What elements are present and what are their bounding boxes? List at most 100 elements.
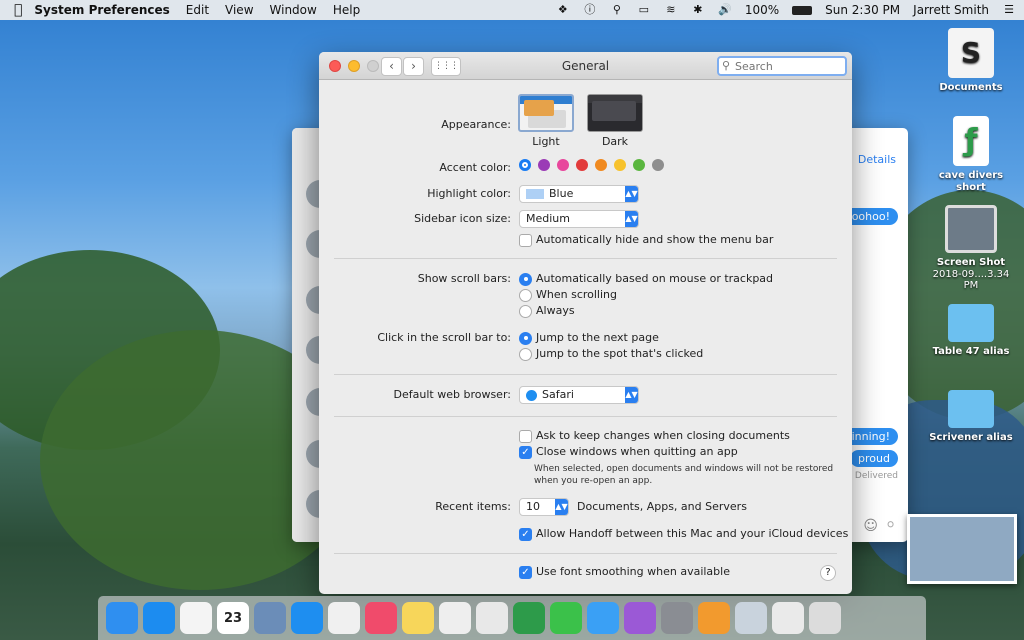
dock-scrivener-icon[interactable] [476, 602, 508, 634]
close-windows-note: When selected, open documents and window… [534, 464, 834, 486]
menu-list-icon[interactable]: ☰ [1002, 4, 1016, 16]
chevron-updown-icon: ▲▼ [625, 387, 638, 403]
search-icon[interactable]: ⚲ [610, 4, 624, 16]
message-bubble: proud [850, 450, 898, 467]
info-circle-icon[interactable]: ⓘ [583, 4, 597, 16]
accent-color-label: Accent color: [439, 161, 511, 174]
desktop-icon-table-47-alias[interactable]: Table 47 alias [925, 298, 1017, 358]
user-name[interactable]: Jarrett Smith [913, 3, 989, 17]
scroll-auto-radio[interactable] [519, 272, 532, 286]
highlight-color-popup[interactable]: Blue ▲▼ [519, 185, 639, 203]
dock-textedit-icon[interactable] [439, 602, 471, 634]
jump-spot-radio[interactable] [519, 347, 532, 361]
dock-feedback-assistant-icon[interactable] [624, 602, 656, 634]
font-smoothing-checkbox[interactable]: ✓ [519, 565, 532, 579]
jump-page-radio[interactable] [519, 331, 532, 345]
recent-items-label: Recent items: [435, 500, 511, 513]
appearance-dark-option[interactable]: Dark [587, 94, 643, 148]
menu-edit[interactable]: Edit [186, 3, 209, 17]
menubar-hide-checkbox[interactable] [519, 233, 532, 247]
menubar-hide-checkbox-row[interactable]: Automatically hide and show the menu bar [519, 231, 773, 249]
clock[interactable]: Sun 2:30 PM [825, 3, 900, 17]
desktop-icon-cave-divers[interactable]: ƒ cave divers short [925, 116, 1017, 194]
recent-items-popup[interactable]: 10 ▲▼ [519, 498, 569, 516]
accent-swatch[interactable] [538, 159, 550, 171]
scroll-when-radio[interactable] [519, 288, 532, 302]
accent-swatch[interactable] [614, 159, 626, 171]
highlight-color-label: Highlight color: [427, 187, 511, 200]
desktop-icon-screen-shot[interactable]: Screen Shot 2018-09....3.34 PM [925, 205, 1017, 291]
dock-trash-icon[interactable] [809, 602, 841, 634]
dropbox-icon[interactable]: ❖ [556, 4, 570, 16]
details-link[interactable]: Details [858, 153, 896, 166]
screenshot-floating-thumbnail[interactable] [907, 514, 1017, 584]
handoff-checkbox[interactable]: ✓ [519, 527, 532, 541]
scroll-always-radio[interactable] [519, 304, 532, 318]
sidebar-icon-size-row: Sidebar icon size: Medium ▲▼ [319, 210, 852, 228]
dock-utility-icon[interactable] [735, 602, 767, 634]
appearance-light-option[interactable]: Light [518, 94, 574, 148]
menu-view[interactable]: View [225, 3, 253, 17]
menubar-hide-row: Automatically hide and show the menu bar [319, 231, 852, 249]
dock-safari-icon[interactable] [291, 602, 323, 634]
dock-messages-icon[interactable] [587, 602, 619, 634]
dock-reminders-icon[interactable] [180, 602, 212, 634]
dock-photos-icon[interactable] [328, 602, 360, 634]
close-windows-label: Close windows when quitting an app [536, 445, 738, 458]
highlight-color-value: Blue [549, 187, 574, 200]
bluetooth-icon[interactable]: ✱ [691, 4, 705, 16]
menu-app-name[interactable]: System Preferences [34, 3, 169, 17]
dock-feedback-icon[interactable] [513, 602, 545, 634]
highlight-color-row: Highlight color: Blue ▲▼ [319, 185, 852, 203]
emoji-icon[interactable]: ☺ [863, 518, 878, 534]
battery-percent[interactable]: 100% [745, 3, 779, 17]
airplay-icon[interactable]: ▭ [637, 4, 651, 16]
handoff-option[interactable]: ✓ Allow Handoff between this Mac and you… [519, 525, 848, 543]
accent-swatch[interactable] [576, 159, 588, 171]
browser-value: Safari [542, 388, 574, 401]
jump-spot-option[interactable]: Jump to the spot that's clicked [519, 345, 703, 363]
title-bar: ‹ › ⋮⋮⋮ General ⚲ [319, 52, 852, 80]
dock-notes-icon[interactable] [402, 602, 434, 634]
dock-system-preferences-icon[interactable] [661, 602, 693, 634]
dock-facetime-icon[interactable] [550, 602, 582, 634]
close-windows-option[interactable]: ✓ Close windows when quitting an app [519, 443, 738, 461]
chevron-updown-icon: ▲▼ [555, 499, 568, 515]
folder-icon [948, 304, 994, 342]
search-input[interactable] [717, 56, 847, 76]
close-windows-checkbox[interactable]: ✓ [519, 445, 532, 459]
screenshot-thumbnail-icon [945, 205, 997, 253]
dock-home-icon[interactable] [698, 602, 730, 634]
dock-music-icon[interactable] [365, 602, 397, 634]
desktop-icon-documents[interactable]: S Documents [925, 28, 1017, 94]
microphone-icon[interactable]: ⚪ [885, 518, 896, 533]
wifi-icon[interactable]: ≋ [664, 4, 678, 16]
volume-icon[interactable]: 🔊 [718, 4, 732, 16]
apple-icon[interactable]:  [14, 2, 22, 18]
help-button[interactable]: ? [820, 565, 836, 581]
browser-popup[interactable]: Safari ▲▼ [519, 386, 639, 404]
light-appearance-thumbnail [518, 94, 574, 132]
dock-app-store-icon[interactable] [143, 602, 175, 634]
accent-swatch[interactable] [557, 159, 569, 171]
accent-swatch[interactable] [633, 159, 645, 171]
ask-keep-checkbox[interactable] [519, 429, 532, 443]
close-windows-row: ✓ Close windows when quitting an app [319, 443, 852, 461]
sidebar-icon-size-popup[interactable]: Medium ▲▼ [519, 210, 639, 228]
menu-window[interactable]: Window [270, 3, 317, 17]
accent-swatches [519, 159, 671, 171]
accent-swatch[interactable] [652, 159, 664, 171]
dock-calendar-icon[interactable]: 23 [217, 602, 249, 634]
handoff-label: Allow Handoff between this Mac and your … [536, 527, 849, 540]
dock-installer-icon[interactable] [772, 602, 804, 634]
menu-help[interactable]: Help [333, 3, 360, 17]
accent-swatch[interactable] [519, 159, 531, 171]
handoff-row: ✓ Allow Handoff between this Mac and you… [319, 525, 852, 543]
font-smoothing-option[interactable]: ✓ Use font smoothing when available [519, 563, 730, 581]
battery-icon[interactable] [792, 5, 813, 15]
desktop-icon-scrivener-alias[interactable]: Scrivener alias [925, 384, 1017, 444]
dock-preview-icon[interactable] [254, 602, 286, 634]
accent-swatch[interactable] [595, 159, 607, 171]
scroll-always-option[interactable]: Always [519, 302, 575, 320]
dock-finder-icon[interactable] [106, 602, 138, 634]
